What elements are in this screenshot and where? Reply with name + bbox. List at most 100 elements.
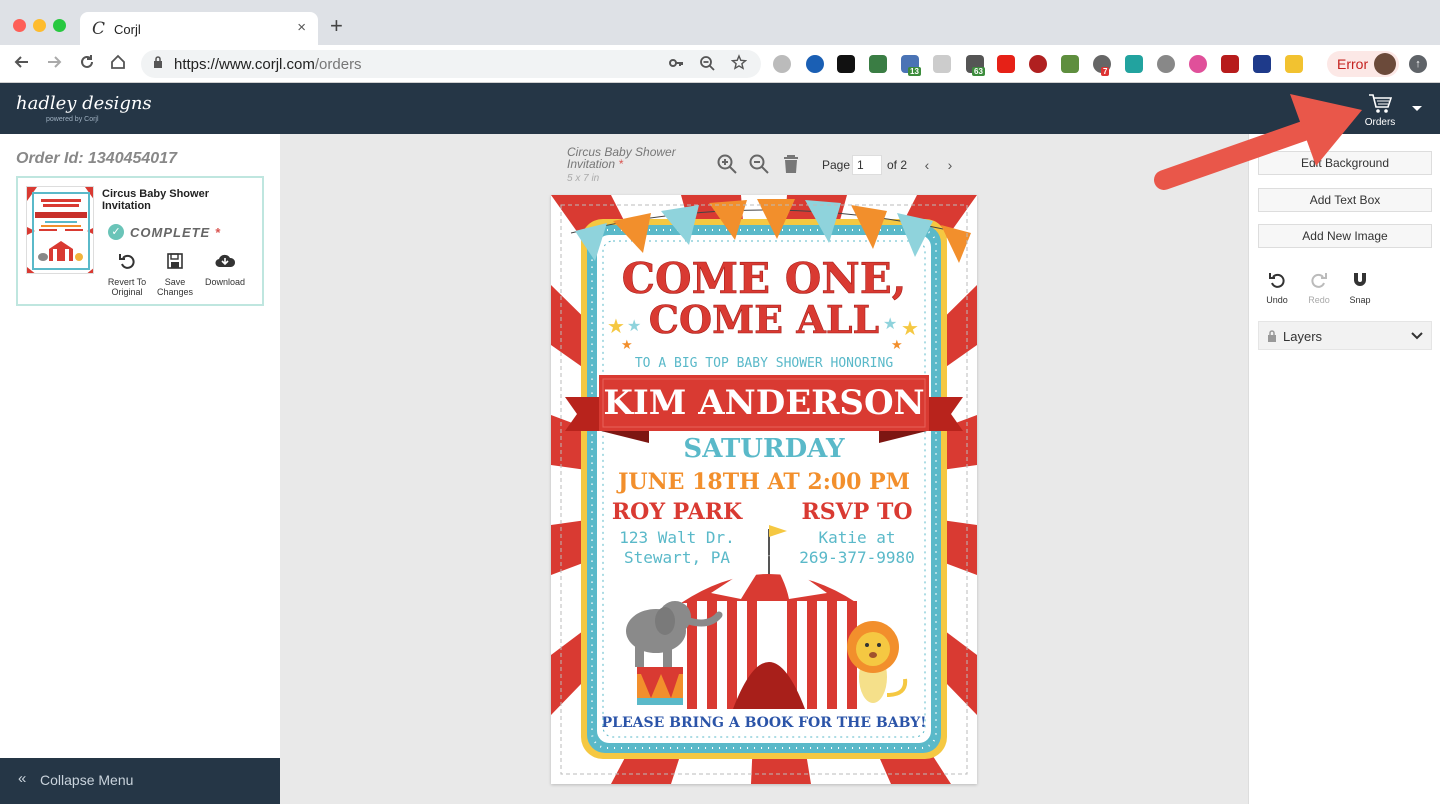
double-chevron-left-icon: « — [18, 770, 27, 787]
brand-subtitle: powered by Corjl — [46, 116, 99, 123]
document-size: 5 x 7 in — [567, 173, 600, 184]
order-status: COMPLETE * — [130, 225, 221, 240]
design-canvas[interactable]: ★ ★ ★ ★ ★ ★ COME ONE, COME ALL TO A BIG … — [551, 195, 977, 784]
bookmark-star-icon[interactable] — [730, 54, 748, 77]
invite-rsvp-title[interactable]: RSVP TO — [802, 499, 913, 525]
design-thumbnail[interactable] — [26, 186, 94, 274]
extension-record-icon[interactable] — [1029, 55, 1047, 73]
download-button[interactable]: Download — [200, 252, 250, 287]
lock-icon — [154, 56, 162, 68]
extension-gift-icon[interactable] — [1221, 55, 1239, 73]
previous-page-button[interactable]: ‹ — [917, 154, 937, 176]
document-title: Circus Baby Shower Invitation * — [567, 145, 676, 171]
undo-button[interactable]: Undo — [1257, 271, 1297, 305]
account-dropdown-caret-icon[interactable] — [1412, 106, 1422, 111]
invite-location-title[interactable]: ROY PARK — [612, 499, 743, 525]
add-text-box-button[interactable]: Add Text Box — [1258, 188, 1432, 212]
extension-more-icon[interactable] — [1285, 55, 1303, 73]
profile-error-chip[interactable]: Error — [1327, 51, 1399, 77]
extension-v-icon[interactable] — [773, 55, 791, 73]
extension-shield-icon[interactable] — [933, 55, 951, 73]
snap-label: Snap — [1349, 295, 1371, 305]
editor-tools-panel: Edit Background Add Text Box Add New Ima… — [1248, 134, 1440, 804]
svg-text:★: ★ — [607, 314, 625, 338]
extension-shirt-icon[interactable] — [1125, 55, 1143, 73]
undo-icon — [119, 254, 135, 269]
key-icon[interactable] — [668, 54, 684, 77]
invite-subtitle[interactable]: TO A BIG TOP BABY SHOWER HONORING — [635, 356, 893, 371]
revert-button[interactable]: Revert To Original — [102, 252, 152, 297]
home-icon[interactable] — [109, 53, 127, 76]
redo-button[interactable]: Redo — [1299, 271, 1339, 305]
corjl-favicon-icon: C — [92, 19, 106, 39]
cart-icon — [1369, 94, 1392, 113]
save-changes-label: Save Changes — [156, 277, 194, 297]
extension-heart-icon[interactable] — [1189, 55, 1207, 73]
new-tab-button[interactable]: + — [330, 15, 343, 37]
extension-globe-icon[interactable] — [806, 55, 824, 73]
zoom-icon[interactable] — [699, 54, 715, 77]
snap-button[interactable]: Snap — [1340, 271, 1380, 305]
extension-flask-icon[interactable] — [869, 55, 887, 73]
app-header: hadley designs powered by Corjl Orders — [0, 83, 1440, 134]
magnet-icon — [1354, 273, 1366, 286]
svg-text:★: ★ — [621, 338, 633, 353]
orders-button[interactable]: Orders — [1362, 91, 1398, 131]
maximize-window-button[interactable] — [53, 19, 66, 32]
profile-error-label: Error — [1337, 56, 1369, 72]
layers-dropdown[interactable]: Layers — [1258, 321, 1432, 350]
orders-label: Orders — [1364, 117, 1396, 128]
svg-text:★: ★ — [891, 338, 903, 353]
browser-tab[interactable]: C Corjl × — [80, 12, 318, 45]
invite-location-line1[interactable]: 123 Walt Dr. — [619, 528, 735, 547]
back-icon[interactable] — [13, 53, 31, 76]
extension-shopify-icon[interactable] — [1061, 55, 1079, 73]
order-card[interactable]: Circus Baby Shower Invitation ✓ COMPLETE… — [16, 176, 264, 306]
page-number-input[interactable]: 1 — [852, 155, 882, 175]
extension-check-icon[interactable] — [1253, 55, 1271, 73]
forward-icon[interactable] — [45, 53, 63, 76]
invite-rsvp-line1[interactable]: Katie at — [818, 528, 895, 547]
invite-rsvp-line2[interactable]: 269-377-9980 — [799, 548, 915, 567]
svg-text:★: ★ — [901, 316, 919, 340]
order-sidebar: Order Id: 1340454017 Circus Baby Shower … — [0, 134, 280, 804]
invite-day[interactable]: SATURDAY — [683, 434, 845, 464]
collapse-menu-label: Collapse Menu — [40, 772, 134, 788]
reload-icon[interactable] — [78, 53, 96, 76]
add-new-image-button[interactable]: Add New Image — [1258, 224, 1432, 248]
cloud-download-icon — [215, 254, 236, 268]
edit-background-button[interactable]: Edit Background — [1258, 151, 1432, 175]
address-bar[interactable]: https://www.corjl.com/orders — [141, 50, 761, 78]
invite-honoree[interactable]: KIM ANDERSON — [603, 383, 924, 423]
save-icon — [167, 253, 183, 269]
save-changes-button[interactable]: Save Changes — [150, 252, 200, 297]
next-page-button[interactable]: › — [940, 154, 960, 176]
brand-logo[interactable]: hadley designs — [16, 93, 152, 114]
order-id: Order Id: 1340454017 — [16, 150, 177, 167]
revert-label: Revert To Original — [107, 277, 147, 297]
zoom-in-icon[interactable] — [716, 153, 738, 175]
invite-location-line2[interactable]: Stewart, PA — [624, 548, 730, 567]
collapse-menu-button[interactable]: « Collapse Menu — [0, 758, 280, 804]
download-label: Download — [204, 277, 246, 287]
order-card-title: Circus Baby Shower Invitation — [102, 188, 209, 212]
invite-footer[interactable]: PLEASE BRING A BOOK FOR THE BABY! — [602, 715, 927, 731]
browser-tab-bar: C Corjl × + — [0, 0, 1440, 45]
invite-date-time[interactable]: JUNE 18TH AT 2:00 PM — [616, 469, 910, 495]
extension-js-icon[interactable] — [837, 55, 855, 73]
svg-text:★: ★ — [883, 314, 897, 333]
extension-robot-icon[interactable] — [1157, 55, 1175, 73]
invite-headline-2[interactable]: COME ALL — [648, 297, 880, 343]
minimize-window-button[interactable] — [33, 19, 46, 32]
update-arrow-icon[interactable]: ↑ — [1409, 55, 1427, 73]
tab-close-icon[interactable]: × — [297, 19, 306, 36]
avatar — [1374, 53, 1396, 75]
close-window-button[interactable] — [13, 19, 26, 32]
page-count: of 2 — [887, 158, 908, 172]
page-label: Page — [822, 158, 851, 172]
zoom-out-icon[interactable] — [748, 153, 770, 175]
svg-text:★: ★ — [627, 316, 641, 335]
invite-headline-1[interactable]: COME ONE, — [621, 254, 907, 304]
extension-youtube-icon[interactable] — [997, 55, 1015, 73]
trash-icon[interactable] — [780, 153, 802, 175]
